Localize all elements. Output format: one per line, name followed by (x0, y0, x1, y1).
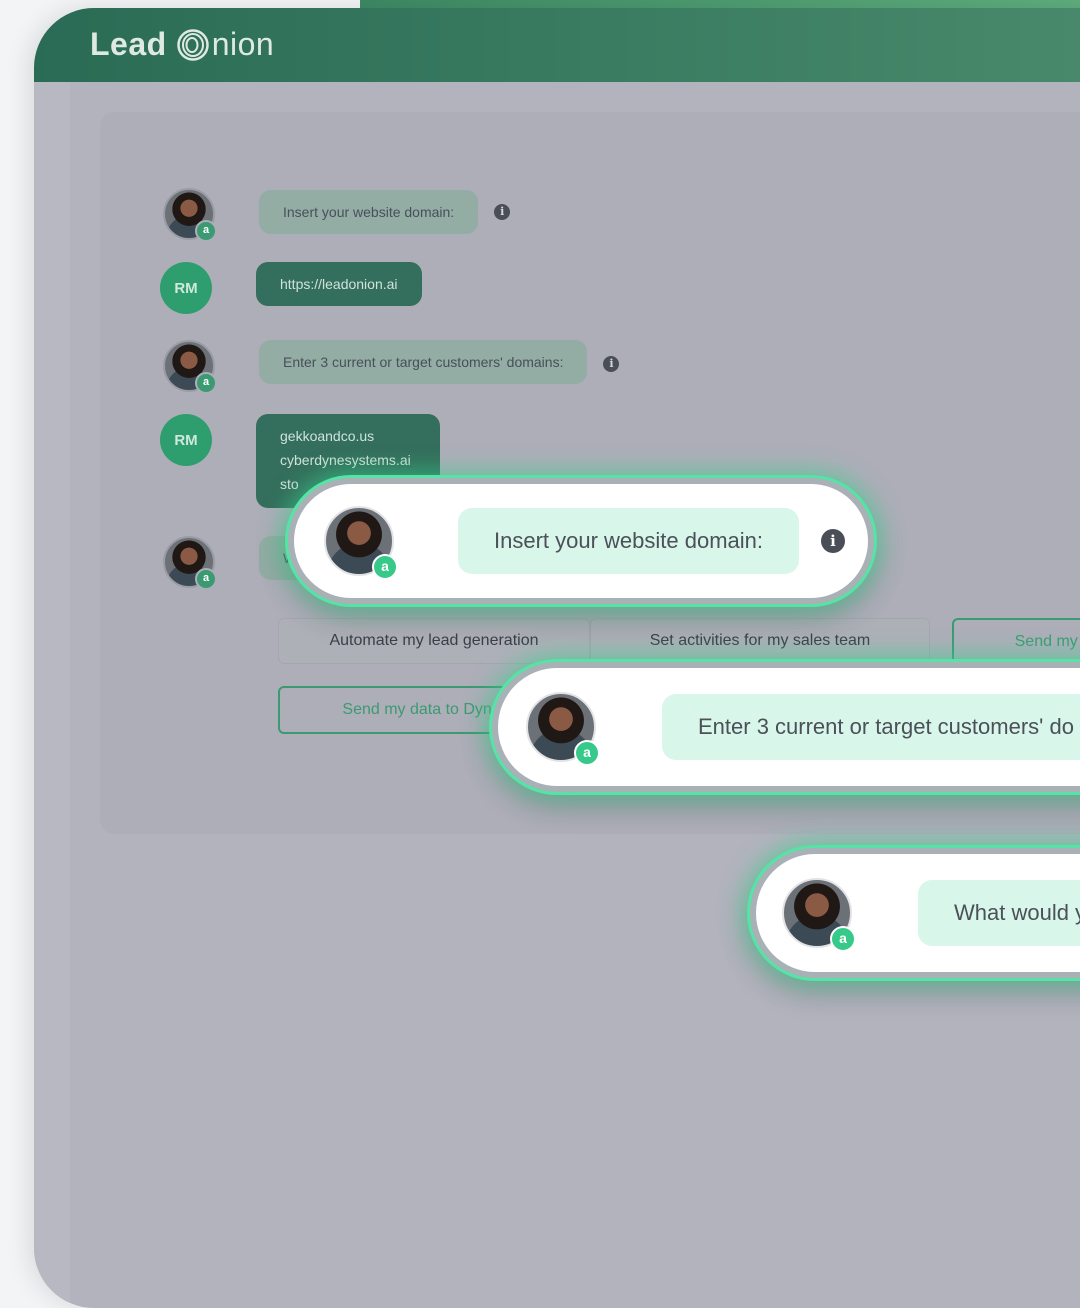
message-bubble: https://leadonion.ai (256, 262, 422, 306)
ai-badge-icon: a (372, 554, 398, 580)
highlight-card-domain: a Insert your website domain: i (288, 478, 874, 604)
message-user: RM https://leadonion.ai (160, 262, 422, 314)
ai-badge-icon: a (830, 926, 856, 952)
app-header: Lead nion (34, 8, 1080, 82)
bot-avatar: a (526, 692, 600, 766)
bot-avatar: a (782, 878, 856, 952)
app-frame: Lead nion a Insert your website domain: … (34, 8, 1080, 1308)
highlight-card-customers: a Enter 3 current or target customers' d… (492, 662, 1080, 792)
user-avatar: RM (160, 414, 212, 466)
highlight-bubble: What would y (918, 880, 1080, 946)
brand-text-nion: nion (211, 26, 275, 62)
domain-line: gekkoandco.us (280, 428, 375, 444)
option-automate-button[interactable]: Automate my lead generation (278, 618, 590, 664)
info-icon[interactable]: i (494, 204, 511, 220)
ai-badge-icon: a (195, 372, 217, 394)
info-icon[interactable]: i (821, 529, 846, 553)
highlight-bubble: Insert your website domain: (458, 508, 800, 574)
ai-badge-icon: a (195, 220, 217, 242)
bot-avatar: a (163, 188, 217, 242)
onion-icon (176, 28, 209, 61)
ai-badge-icon: a (195, 568, 217, 590)
user-avatar: RM (160, 262, 212, 314)
bot-avatar: a (163, 340, 217, 394)
message-bot: a Enter 3 current or target customers' d… (163, 340, 620, 394)
message-bot: a Insert your website domain: i (163, 188, 511, 242)
ai-badge-icon: a (574, 740, 600, 766)
highlight-card-question: a What would y (750, 848, 1080, 978)
option-send-data-button[interactable]: Send my data (952, 618, 1080, 666)
brand-logo[interactable]: Lead nion (90, 26, 274, 63)
brand-text-lead: Lead (90, 26, 167, 62)
message-bubble: Insert your website domain: (259, 190, 479, 234)
info-icon[interactable]: i (603, 356, 620, 372)
message-bubble: Enter 3 current or target customers' dom… (259, 340, 588, 384)
domain-line: cyberdynesystems.ai (280, 452, 411, 468)
highlight-bubble: Enter 3 current or target customers' do (662, 694, 1080, 760)
option-activities-button[interactable]: Set activities for my sales team (590, 618, 930, 664)
bot-avatar: a (324, 506, 398, 580)
bot-avatar: a (163, 536, 217, 590)
left-sidebar-band (34, 82, 70, 1308)
